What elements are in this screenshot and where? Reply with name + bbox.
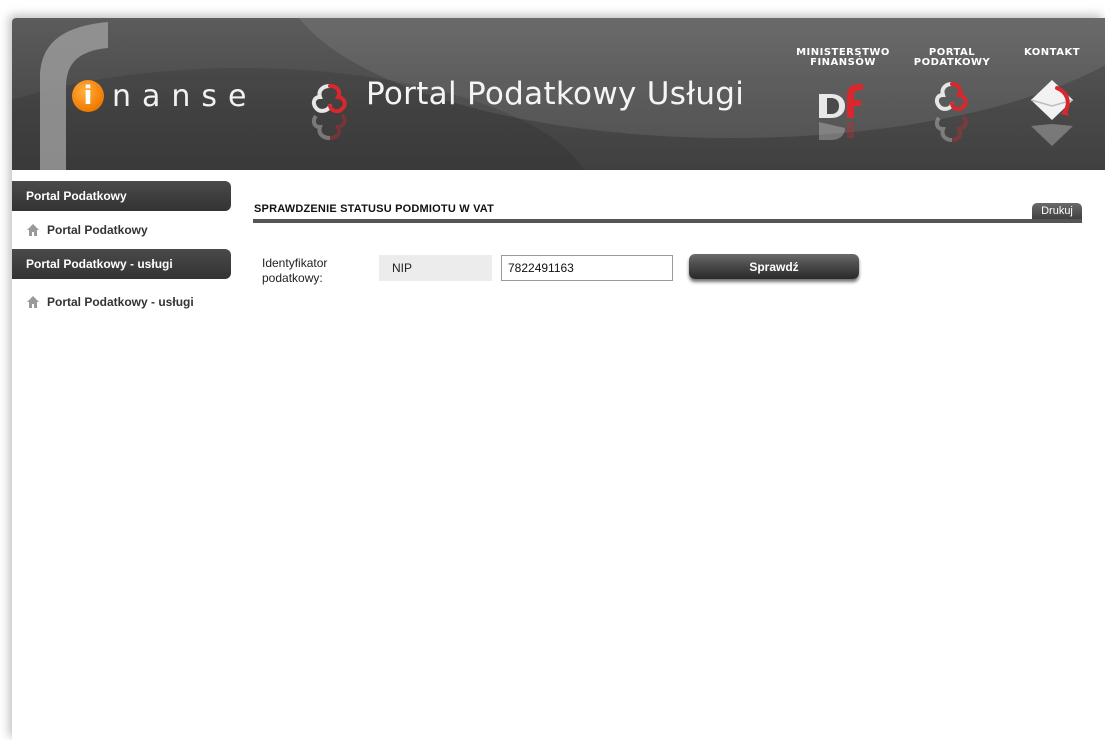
brand-i-icon: i: [72, 80, 104, 112]
nip-input[interactable]: [501, 255, 673, 281]
brand-wordmark: nanse: [112, 78, 258, 114]
envelope-icon: [1030, 80, 1074, 146]
home-icon: [27, 296, 39, 308]
check-button[interactable]: Sprawdź: [689, 254, 859, 279]
id-type-field: NIP: [379, 255, 492, 281]
portal-podatkowy-link[interactable]: PORTAL PODATKOWY: [912, 48, 992, 148]
sidebar-heading-portal-podatkowy: Portal Podatkowy: [12, 181, 231, 211]
title-divider: [253, 219, 1082, 223]
contact-link[interactable]: KONTAKT: [1012, 48, 1092, 148]
portal-label-line2: PODATKOWY: [913, 57, 991, 68]
portal-logo-icon: [311, 84, 347, 140]
site-header: i nanse Portal Podatkowy Usługi MINISTER…: [12, 18, 1105, 170]
brand-logo[interactable]: i nanse: [72, 76, 258, 116]
page-frame: i nanse Portal Podatkowy Usługi MINISTER…: [12, 18, 1105, 740]
sidebar-item-portal-podatkowy[interactable]: Portal Podatkowy: [12, 211, 231, 249]
mf-logo-icon: [819, 84, 863, 140]
sidebar: Portal Podatkowy Portal Podatkowy Portal…: [12, 181, 231, 325]
sidebar-item-uslugi[interactable]: Portal Podatkowy - usługi: [12, 279, 231, 325]
home-icon: [27, 224, 39, 236]
portal-podatkowy-logo-icon: [934, 82, 968, 142]
sidebar-heading-uslugi: Portal Podatkowy - usługi: [12, 249, 231, 279]
ministry-label-line2: FINANSÓW: [810, 57, 876, 68]
portal-title: Portal Podatkowy Usługi: [366, 76, 745, 112]
sidebar-item-label: Portal Podatkowy - usługi: [47, 295, 194, 309]
sidebar-item-label: Portal Podatkowy: [47, 223, 148, 237]
ministry-link[interactable]: MINISTERSTWO FINANSÓW: [796, 48, 890, 148]
page-title: SPRAWDZENIE STATUSU PODMIOTU W VAT: [254, 203, 495, 215]
print-button[interactable]: Drukuj: [1032, 203, 1082, 220]
tax-id-label: Identyfikator podatkowy:: [262, 256, 328, 285]
